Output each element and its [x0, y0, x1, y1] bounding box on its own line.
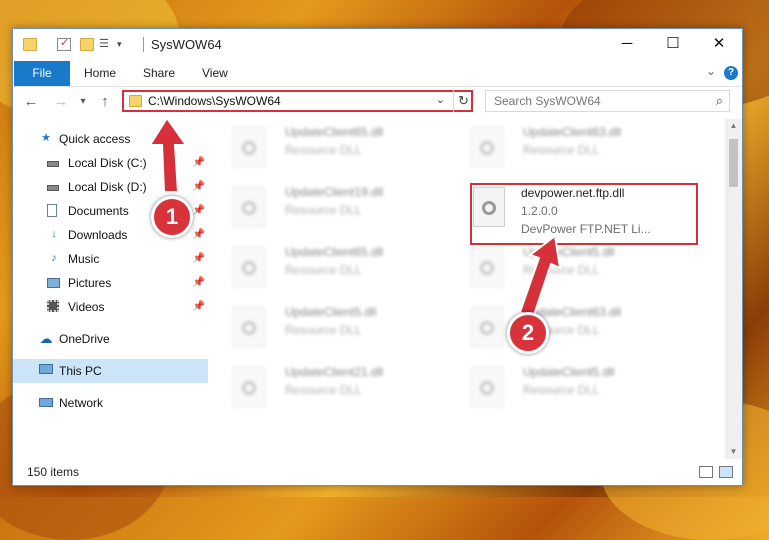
annotation-arrows [148, 116, 562, 320]
step-1-callout: 1 [151, 196, 193, 238]
arrow-to-address-bar [148, 116, 188, 193]
arrow-to-devpower-file [518, 234, 562, 320]
step-2-callout: 2 [507, 312, 549, 354]
